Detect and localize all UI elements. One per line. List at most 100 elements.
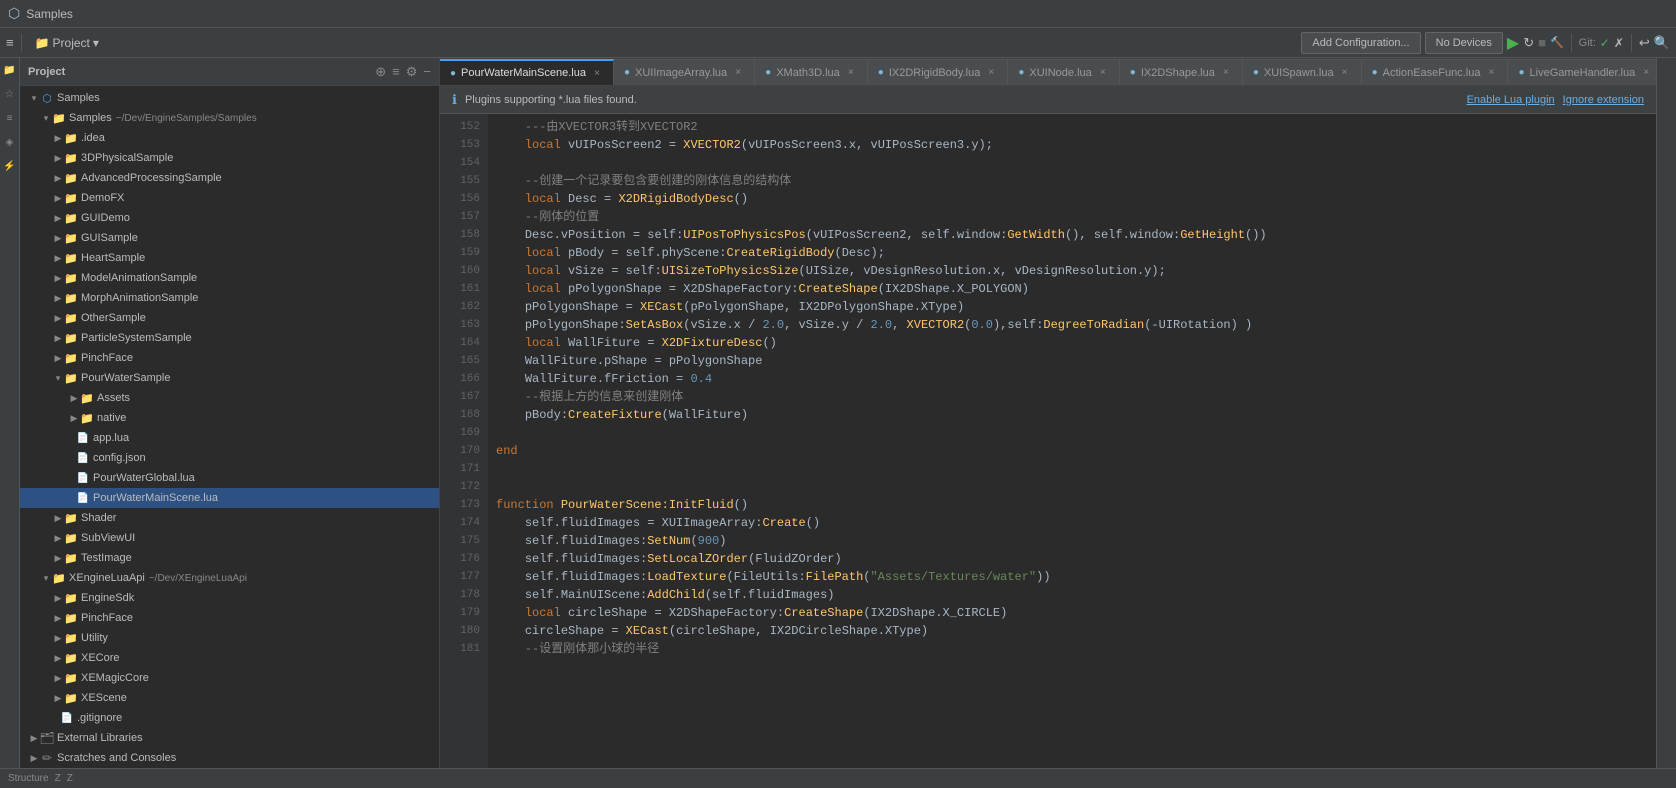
git-x-icon[interactable]: ✗ — [1614, 36, 1624, 50]
tab-close-4[interactable]: × — [985, 67, 997, 78]
tree-item-particle[interactable]: ▶ 📁 ParticleSystemSample — [20, 328, 439, 348]
shader-label: Shader — [81, 512, 116, 524]
tab-actionease[interactable]: ● ActionEaseFunc.lua × — [1362, 59, 1509, 85]
tree-item-othersample[interactable]: ▶ 📁 OtherSample — [20, 308, 439, 328]
search-icon[interactable]: 🔍 — [1654, 35, 1670, 51]
structure-icon[interactable]: ≡ — [2, 110, 18, 126]
minimize-button[interactable]: − — [423, 64, 431, 79]
zap-icon[interactable]: ⚡ — [2, 158, 18, 174]
3d-folder-icon: 📁 — [64, 151, 78, 165]
project-dropdown[interactable]: 📁 Project ▾ — [29, 36, 105, 50]
samples-path: ~/Dev/EngineSamples/Samples — [116, 113, 257, 124]
tree-item-shader[interactable]: ▶ 📁 Shader — [20, 508, 439, 528]
tree-item-modelanim[interactable]: ▶ 📁 ModelAnimationSample — [20, 268, 439, 288]
heartsample-label: HeartSample — [81, 252, 145, 264]
code-line-164: local WallFiture = X2DFixtureDesc() — [496, 334, 1648, 352]
ignore-extension-button[interactable]: Ignore extension — [1563, 94, 1644, 106]
bookmark-icon[interactable]: ☆ — [2, 86, 18, 102]
enginesdk-label: EngineSdk — [81, 592, 134, 604]
samples-folder-icon: 📁 — [52, 111, 66, 125]
tree-item-samples-root[interactable]: ▾ ⬡ Samples — [20, 88, 439, 108]
tree-item-external[interactable]: ▶ 🗂 External Libraries — [20, 728, 439, 748]
stop-icon[interactable]: ■ — [1538, 35, 1546, 50]
tree-item-xemagiccore[interactable]: ▶ 📁 XEMagicCore — [20, 668, 439, 688]
git-check-icon[interactable]: ✓ — [1600, 36, 1610, 50]
tree-item-scratches[interactable]: ▶ ✏ Scratches and Consoles — [20, 748, 439, 768]
bottom-z2-label[interactable]: Z — [67, 773, 73, 784]
tree-item-pourwatermain[interactable]: 📄 PourWaterMainScene.lua — [20, 488, 439, 508]
tab-close-1[interactable]: × — [591, 68, 603, 79]
tab-xuispawn[interactable]: ● XUISpawn.lua × — [1243, 59, 1362, 85]
demofx-label: DemoFX — [81, 192, 124, 204]
tree-item-3dphysical[interactable]: ▶ 📁 3DPhysicalSample — [20, 148, 439, 168]
tree-item-samples[interactable]: ▾ 📁 Samples ~/Dev/EngineSamples/Samples — [20, 108, 439, 128]
tree-item-idea[interactable]: ▶ 📁 .idea — [20, 128, 439, 148]
tree-item-heartsample[interactable]: ▶ 📁 HeartSample — [20, 248, 439, 268]
run-icon[interactable]: ▶ — [1507, 33, 1519, 53]
code-line-166: WallFiture.fFriction = 0.4 — [496, 370, 1648, 388]
tab-pourwatermainscene[interactable]: ● PourWaterMainScene.lua × — [440, 59, 614, 85]
tree-item-utility[interactable]: ▶ 📁 Utility — [20, 628, 439, 648]
tree-item-morphanim[interactable]: ▶ 📁 MorphAnimationSample — [20, 288, 439, 308]
tab-label-4: IX2DRigidBody.lua — [889, 67, 981, 79]
tree-item-native[interactable]: ▶ 📁 native — [20, 408, 439, 428]
undo-icon[interactable]: ↩ — [1639, 35, 1650, 51]
tree-item-gitignore[interactable]: 📄 .gitignore — [20, 708, 439, 728]
tab-lua-icon-9: ● — [1518, 67, 1524, 78]
tab-close-9[interactable]: × — [1640, 67, 1652, 78]
tab-lua-icon-7: ● — [1253, 67, 1259, 78]
tab-close-2[interactable]: × — [732, 67, 744, 78]
build-icon[interactable]: 🔨 — [1550, 36, 1564, 49]
utility-label: Utility — [81, 632, 108, 644]
no-devices-button[interactable]: No Devices — [1425, 32, 1503, 54]
enable-lua-plugin-button[interactable]: Enable Lua plugin — [1467, 94, 1555, 106]
tree-item-xengine[interactable]: ▾ 📁 XEngineLuaApi ~/Dev/XEngineLuaApi — [20, 568, 439, 588]
notification-bar: ℹ Plugins supporting *.lua files found. … — [440, 86, 1656, 114]
pinchface1-folder-icon: 📁 — [64, 351, 78, 365]
bottom-bar: Structure Z Z — [0, 768, 1676, 788]
tab-close-3[interactable]: × — [845, 67, 857, 78]
testimage-folder-icon: 📁 — [64, 551, 78, 565]
tree-item-pourwater[interactable]: ▾ 📁 PourWaterSample — [20, 368, 439, 388]
tree-item-pinchface1[interactable]: ▶ 📁 PinchFace — [20, 348, 439, 368]
tree-item-enginesdk[interactable]: ▶ 📁 EngineSdk — [20, 588, 439, 608]
project-icon[interactable]: 📁 — [2, 62, 18, 78]
tree-item-pinchface2[interactable]: ▶ 📁 PinchFace — [20, 608, 439, 628]
tab-close-5[interactable]: × — [1097, 67, 1109, 78]
tree-item-demofx[interactable]: ▶ 📁 DemoFX — [20, 188, 439, 208]
scratches-label: Scratches and Consoles — [57, 752, 176, 764]
pinchface2-label: PinchFace — [81, 612, 133, 624]
settings-button[interactable]: ≡ — [392, 64, 400, 79]
tree-item-testimage[interactable]: ▶ 📁 TestImage — [20, 548, 439, 568]
bottom-z-label[interactable]: Z — [55, 773, 61, 784]
tab-close-8[interactable]: × — [1485, 67, 1497, 78]
tree-item-advanced[interactable]: ▶ 📁 AdvancedProcessingSample — [20, 168, 439, 188]
tab-livegame[interactable]: ● LiveGameHandler.lua × — [1508, 59, 1656, 85]
tree-item-guidemo[interactable]: ▶ 📁 GUIDemo — [20, 208, 439, 228]
add-configuration-button[interactable]: Add Configuration... — [1301, 32, 1420, 54]
tab-xuinode[interactable]: ● XUINode.lua × — [1008, 59, 1119, 85]
tab-ix2dshape[interactable]: ● IX2DShape.lua × — [1120, 59, 1243, 85]
tree-item-pourwaterglobal[interactable]: 📄 PourWaterGlobal.lua — [20, 468, 439, 488]
tree-item-xescene[interactable]: ▶ 📁 XEScene — [20, 688, 439, 708]
scope-button[interactable]: ⊕ — [375, 64, 386, 80]
bottom-structure-label[interactable]: Structure — [8, 773, 49, 784]
code-content[interactable]: ---由XVECTOR3转到XVECTOR2 local vUIPosScree… — [488, 114, 1656, 768]
hamburger-icon[interactable]: ≡ — [6, 35, 14, 50]
resource-icon[interactable]: ◈ — [2, 134, 18, 150]
reload-icon[interactable]: ↻ — [1523, 35, 1534, 51]
tab-xuiimagearray[interactable]: ● XUIImageArray.lua × — [614, 59, 755, 85]
editor-area: ● PourWaterMainScene.lua × ● XUIImageArr… — [440, 58, 1656, 768]
gear-button[interactable]: ⚙ — [406, 64, 418, 80]
tree-item-applua[interactable]: 📄 app.lua — [20, 428, 439, 448]
tree-item-configjson[interactable]: 📄 config.json — [20, 448, 439, 468]
tab-ix2drigid[interactable]: ● IX2DRigidBody.lua × — [868, 59, 1009, 85]
tree-item-subviewui[interactable]: ▶ 📁 SubViewUI — [20, 528, 439, 548]
tree-item-xecore[interactable]: ▶ 📁 XECore — [20, 648, 439, 668]
tree-item-assets[interactable]: ▶ 📁 Assets — [20, 388, 439, 408]
tab-xmath3d[interactable]: ● XMath3D.lua × — [755, 59, 868, 85]
tab-close-6[interactable]: × — [1220, 67, 1232, 78]
tree-item-guisample[interactable]: ▶ 📁 GUISample — [20, 228, 439, 248]
subviewui-folder-icon: 📁 — [64, 531, 78, 545]
tab-close-7[interactable]: × — [1339, 67, 1351, 78]
